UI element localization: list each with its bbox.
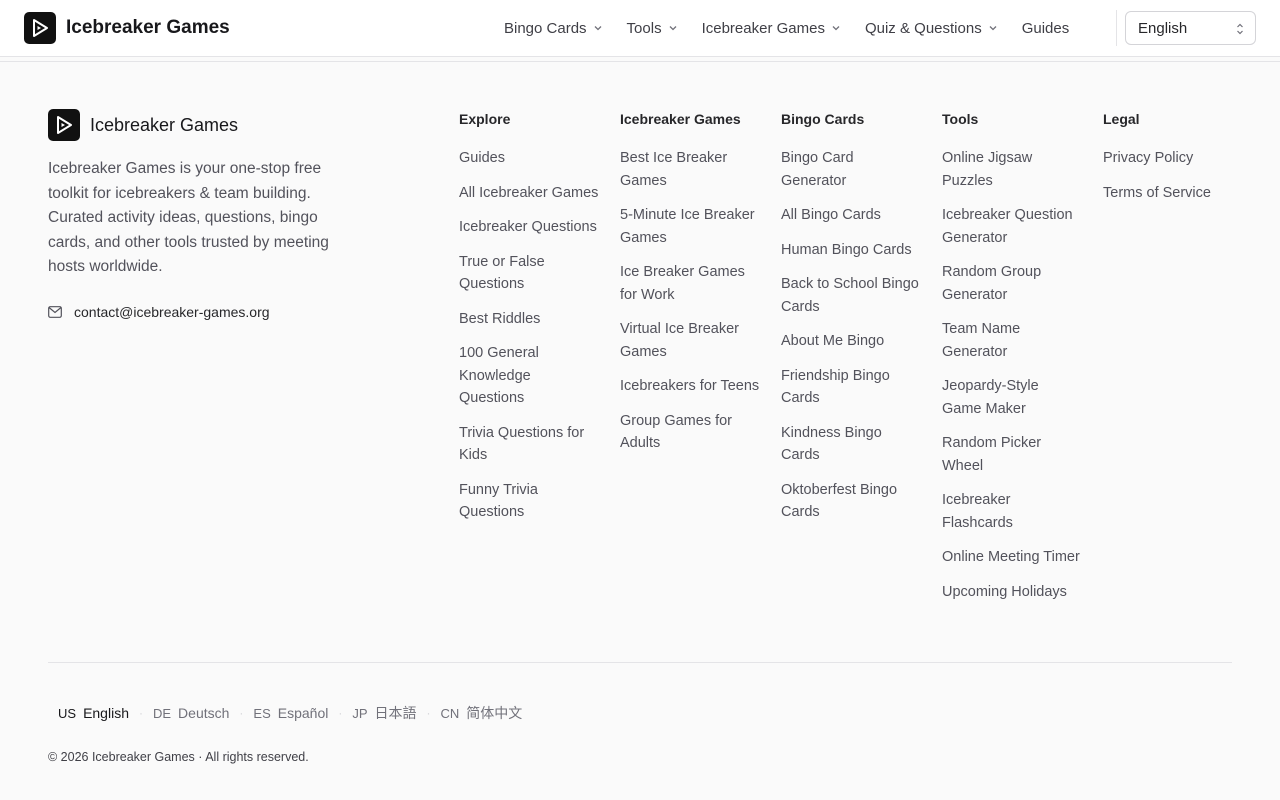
- footer-brand-link[interactable]: Icebreaker Games: [48, 109, 238, 141]
- mail-icon: [48, 306, 62, 318]
- language-link-chinese[interactable]: CN 简体中文: [431, 701, 533, 725]
- main-nav: Bingo Cards Tools Icebreaker Games Quiz …: [492, 0, 1081, 56]
- contact-email-link[interactable]: contact@icebreaker-games.org: [48, 304, 270, 320]
- footer-column-explore: Explore Guides All Icebreaker Games Iceb…: [459, 111, 599, 536]
- footer-link[interactable]: Best Ice Breaker Games: [620, 147, 760, 192]
- column-title: Explore: [459, 111, 511, 127]
- footer-top-border: [0, 61, 1280, 62]
- footer-link[interactable]: Human Bingo Cards: [781, 239, 921, 262]
- footer-link[interactable]: Group Games for Adults: [620, 410, 760, 455]
- footer-link[interactable]: Icebreaker Question Generator: [942, 204, 1082, 249]
- footer-link[interactable]: Guides: [459, 147, 599, 170]
- site-header: Icebreaker Games Bingo Cards Tools Icebr…: [0, 0, 1280, 57]
- footer-link[interactable]: All Icebreaker Games: [459, 182, 599, 205]
- footer-link[interactable]: Icebreakers for Teens: [620, 375, 760, 398]
- flag-us-icon: US: [58, 705, 77, 721]
- footer-link[interactable]: Funny Trivia Questions: [459, 479, 599, 524]
- footer-link[interactable]: Jeopardy-Style Game Maker: [942, 375, 1082, 420]
- footer-column-icebreaker-games: Icebreaker Games Best Ice Breaker Games …: [620, 111, 760, 467]
- footer-column-legal: Legal Privacy Policy Terms of Service: [1103, 111, 1243, 216]
- footer-link[interactable]: Upcoming Holidays: [942, 581, 1082, 604]
- nav-quiz-questions[interactable]: Quiz & Questions: [853, 10, 1010, 46]
- language-link-espanol[interactable]: ES Español: [243, 703, 338, 723]
- chevron-down-icon: [832, 26, 840, 31]
- nav-guides[interactable]: Guides: [1010, 10, 1082, 46]
- column-title: Legal: [1103, 111, 1140, 127]
- flag-jp-icon: JP: [352, 705, 368, 721]
- language-link-japanese[interactable]: JP 日本語: [342, 701, 426, 725]
- nav-label: Icebreaker Games: [701, 19, 825, 37]
- footer-link[interactable]: 100 General Knowledge Questions: [459, 342, 599, 410]
- footer-link[interactable]: Online Jigsaw Puzzles: [942, 147, 1082, 192]
- chevron-down-icon: [594, 26, 602, 31]
- language-label: 日本語: [374, 705, 417, 721]
- flag-es-icon: ES: [253, 705, 271, 721]
- nav-divider: [1116, 10, 1117, 46]
- footer-link[interactable]: Ice Breaker Games for Work: [620, 261, 760, 306]
- nav-tools[interactable]: Tools: [615, 10, 690, 46]
- footer-link[interactable]: Bingo Card Generator: [781, 147, 921, 192]
- footer-link[interactable]: Trivia Questions for Kids: [459, 422, 599, 467]
- contact-email: contact@icebreaker-games.org: [74, 304, 270, 320]
- language-link-english[interactable]: US English: [48, 703, 139, 723]
- footer-column-tools: Tools Online Jigsaw Puzzles Icebreaker Q…: [942, 111, 1082, 615]
- column-title: Icebreaker Games: [620, 111, 741, 127]
- footer-link[interactable]: Icebreaker Flashcards: [942, 489, 1082, 534]
- footer-description: Icebreaker Games is your one-stop free t…: [48, 160, 329, 275]
- nav-icebreaker-games[interactable]: Icebreaker Games: [690, 10, 853, 46]
- footer-link[interactable]: Terms of Service: [1103, 182, 1243, 205]
- nav-label: Bingo Cards: [504, 19, 587, 37]
- footer-link[interactable]: Oktoberfest Bingo Cards: [781, 479, 921, 524]
- footer-brand-name: Icebreaker Games: [90, 114, 239, 135]
- chevron-down-icon: [669, 26, 677, 31]
- footer-link[interactable]: Random Picker Wheel: [942, 432, 1082, 477]
- column-title: Bingo Cards: [781, 111, 865, 127]
- header-brand-link[interactable]: Icebreaker Games: [24, 12, 230, 44]
- nav-label: Guides: [1021, 19, 1070, 37]
- footer-link[interactable]: Random Group Generator: [942, 261, 1082, 306]
- copyright-text: © 2026 Icebreaker Games · All rights res…: [48, 750, 309, 764]
- nav-label: Tools: [626, 19, 662, 37]
- footer-link[interactable]: About Me Bingo: [781, 330, 921, 353]
- footer-link[interactable]: True or False Questions: [459, 251, 599, 296]
- header-brand-name: Icebreaker Games: [66, 17, 230, 38]
- flag-de-icon: DE: [152, 705, 172, 721]
- footer-link[interactable]: Kindness Bingo Cards: [781, 422, 921, 467]
- footer-divider: [48, 662, 1232, 663]
- footer-link[interactable]: Team Name Generator: [942, 318, 1082, 363]
- language-label: Deutsch: [178, 705, 230, 721]
- nav-bingo-cards[interactable]: Bingo Cards: [492, 10, 615, 46]
- footer-column-bingo-cards: Bingo Cards Bingo Card Generator All Bin…: [781, 111, 921, 536]
- nav-label: Quiz & Questions: [864, 19, 982, 37]
- footer-link[interactable]: All Bingo Cards: [781, 204, 921, 227]
- language-select[interactable]: English: [1125, 11, 1256, 45]
- logo-icon: [24, 12, 56, 44]
- chevron-up-down-icon: [1237, 23, 1243, 35]
- footer-link[interactable]: Online Meeting Timer: [942, 546, 1082, 569]
- footer-link[interactable]: Best Riddles: [459, 308, 599, 331]
- language-label: Español: [277, 705, 329, 721]
- footer-link[interactable]: Virtual Ice Breaker Games: [620, 318, 760, 363]
- language-link-deutsch[interactable]: DE Deutsch: [143, 703, 239, 723]
- language-label: English: [83, 705, 129, 721]
- column-title: Tools: [942, 111, 979, 127]
- language-label: 简体中文: [466, 705, 523, 721]
- chevron-down-icon: [989, 26, 997, 31]
- footer-link[interactable]: Privacy Policy: [1103, 147, 1243, 170]
- language-select-value: English: [1138, 19, 1188, 37]
- footer-link[interactable]: Back to School Bingo Cards: [781, 273, 921, 318]
- footer-link[interactable]: Friendship Bingo Cards: [781, 365, 921, 410]
- footer-link[interactable]: Icebreaker Questions: [459, 216, 599, 239]
- flag-cn-icon: CN: [440, 705, 460, 721]
- language-switcher: US English · DE Deutsch · ES Español · J…: [48, 701, 532, 725]
- logo-icon: [48, 109, 80, 141]
- footer-link[interactable]: 5-Minute Ice Breaker Games: [620, 204, 760, 249]
